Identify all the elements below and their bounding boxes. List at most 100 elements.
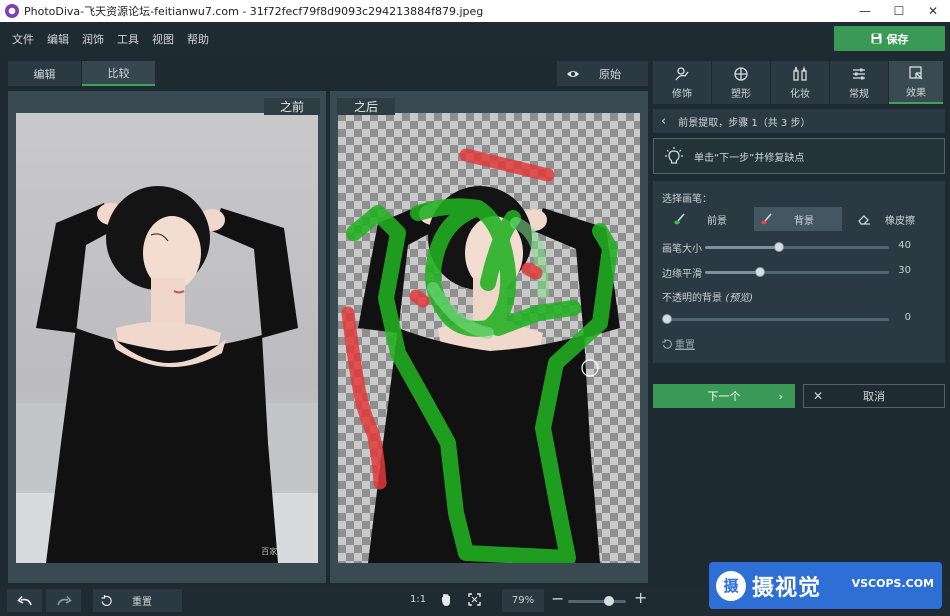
brush-size-slider[interactable]	[705, 242, 889, 252]
brush-options: 前景 背景 橡皮擦	[653, 207, 945, 231]
next-label: 下一个	[707, 390, 741, 403]
undo-icon	[16, 595, 32, 605]
opacity-knob[interactable]	[662, 314, 672, 324]
zoom-out-button[interactable]: −	[551, 589, 564, 608]
before-photo: 百家号/摄视界	[16, 113, 318, 563]
lightbulb-icon	[665, 147, 683, 164]
undo-button[interactable]	[7, 589, 42, 612]
hand-icon[interactable]	[440, 593, 452, 607]
tab-effects[interactable]: 效果	[889, 61, 943, 104]
badge-domain: VSCOPS.COM	[851, 577, 934, 590]
actual-size-button[interactable]: 1:1	[410, 594, 426, 605]
next-button[interactable]: 下一个 ›	[653, 384, 795, 408]
after-canvas[interactable]	[338, 113, 640, 563]
brush-background-label: 背景	[794, 215, 814, 227]
menu-retouch[interactable]: 润饰	[82, 31, 104, 47]
brush-eraser-button[interactable]: 橡皮擦	[853, 207, 941, 231]
tool-tabs: 修饰 塑形 化妆 常规 效果	[653, 61, 945, 104]
opacity-label: 不透明的背景 (预览)	[662, 289, 753, 304]
minimize-button[interactable]: —	[848, 0, 882, 22]
tab-retouch[interactable]: 修饰	[653, 61, 711, 104]
brush-size-knob[interactable]	[773, 242, 784, 252]
reshape-icon	[734, 66, 748, 81]
maximize-button[interactable]: ☐	[882, 0, 916, 22]
feather-knob[interactable]	[755, 267, 766, 277]
opacity-label-note: (预览)	[725, 293, 753, 304]
photo-watermark: 百家号/摄视界	[261, 547, 312, 556]
zoom-in-button[interactable]: +	[634, 588, 647, 607]
title-bar: PhotoDiva-飞天资源论坛-feitianwu7.com - 31f72f…	[0, 0, 950, 22]
background-brush-icon	[761, 213, 772, 225]
close-x-icon: ✕	[813, 389, 824, 403]
reset-label: 重置	[132, 597, 152, 608]
feather-value: 30	[898, 265, 911, 276]
opacity-slider[interactable]	[662, 314, 889, 324]
eraser-icon	[858, 215, 870, 225]
feather-fill	[705, 271, 761, 274]
menu-edit[interactable]: 编辑	[47, 31, 69, 47]
feather-slider[interactable]	[705, 267, 889, 277]
tab-edit[interactable]: 编辑	[8, 61, 81, 86]
original-label: 原始	[599, 67, 621, 81]
save-label: 保存	[886, 32, 909, 46]
brush-size-value: 40	[898, 240, 911, 251]
brush-size-fill	[705, 246, 779, 249]
step-text: 前景提取，步骤 1（共 3 步）	[678, 117, 811, 129]
foreground-brush-icon	[674, 213, 685, 225]
before-label: 之前	[264, 98, 320, 115]
menu-view[interactable]: 视图	[152, 31, 174, 47]
redo-icon	[56, 595, 72, 605]
site-watermark-badge: 摄 摄视觉 VSCOPS.COM	[709, 562, 942, 609]
cancel-label: 取消	[863, 390, 885, 403]
menu-help[interactable]: 帮助	[187, 31, 209, 47]
tab-reshape[interactable]: 塑形	[712, 61, 770, 104]
opacity-label-text: 不透明的背景	[662, 293, 722, 304]
fit-screen-icon[interactable]	[468, 593, 481, 606]
hint-text: 单击“下一步”并修复缺点	[694, 152, 805, 164]
badge-name: 摄视觉	[752, 575, 822, 601]
reset-button[interactable]: 重置	[93, 589, 182, 612]
tab-makeup[interactable]: 化妆	[771, 61, 829, 104]
save-button[interactable]: 保存	[834, 26, 945, 51]
reset-icon	[662, 338, 672, 349]
original-button[interactable]: 原始	[557, 61, 648, 86]
brush-foreground-button[interactable]: 前景	[667, 207, 751, 231]
brush-reset-link[interactable]: 重置	[662, 336, 695, 351]
menu-file[interactable]: 文件	[12, 31, 34, 47]
brush-background-button[interactable]: 背景	[754, 207, 842, 231]
badge-logo-icon: 摄	[716, 570, 746, 601]
brush-reset-label: 重置	[675, 340, 695, 351]
retouch-icon	[675, 66, 689, 80]
brush-foreground-label: 前景	[707, 215, 727, 227]
chevron-right-icon: ›	[778, 389, 783, 403]
tab-compare[interactable]: 比较	[82, 61, 155, 86]
tab-makeup-label: 化妆	[790, 88, 810, 100]
close-button[interactable]: ✕	[916, 0, 950, 22]
brush-settings: 选择画笔： 前景 背景 橡皮擦 画笔大小 40 边缘平滑 30 不透明的背景 (…	[653, 181, 945, 363]
tab-reshape-label: 塑形	[731, 88, 751, 100]
feather-label: 边缘平滑	[662, 269, 702, 280]
hint-box: 单击“下一步”并修复缺点	[653, 138, 945, 174]
menu-tools[interactable]: 工具	[117, 31, 139, 47]
after-image	[338, 113, 640, 563]
zoom-level[interactable]: 79%	[502, 589, 544, 612]
sliders-icon	[853, 68, 865, 79]
brush-size-label: 画笔大小	[662, 244, 702, 255]
tab-general[interactable]: 常规	[830, 61, 888, 104]
app-logo-icon	[5, 4, 19, 18]
tab-retouch-label: 修饰	[672, 88, 692, 100]
after-panel: 之后	[330, 91, 648, 583]
tab-effects-label: 效果	[906, 87, 926, 99]
makeup-icon	[793, 65, 807, 81]
eye-icon	[567, 70, 579, 77]
zoom-slider[interactable]	[568, 600, 626, 603]
brush-title: 选择画笔：	[662, 194, 712, 205]
redo-button[interactable]	[46, 589, 81, 612]
zoom-knob[interactable]	[604, 596, 614, 606]
cancel-button[interactable]: ✕ 取消	[803, 384, 945, 408]
effects-icon	[909, 65, 923, 79]
reset-icon	[101, 595, 112, 606]
tab-general-label: 常规	[849, 88, 869, 100]
back-chevron-icon[interactable]: ‹	[661, 114, 666, 129]
before-panel: 百家号/摄视界 之前	[8, 91, 326, 583]
